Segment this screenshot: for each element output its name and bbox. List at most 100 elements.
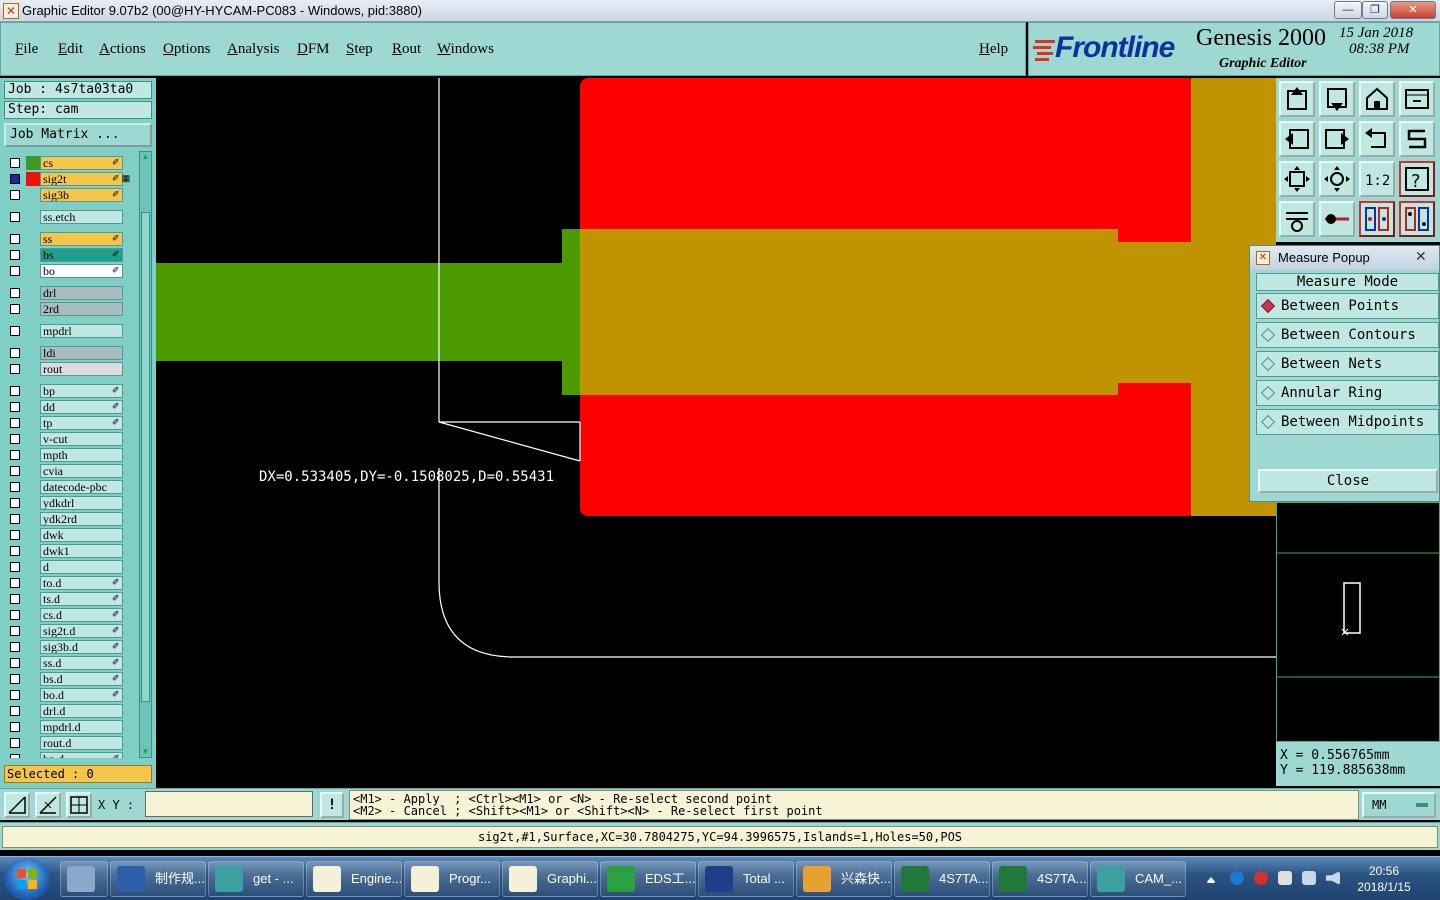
layer-checkbox[interactable] [10,348,20,358]
tray-security-icon[interactable] [1254,871,1268,885]
menu-edit[interactable]: Edit [58,41,83,58]
layer-row[interactable]: ss.d ✐ [6,656,137,670]
maximize-button[interactable]: ❐ [1362,1,1388,19]
pan-down-icon[interactable] [1319,81,1355,117]
layer-checkbox[interactable] [10,450,20,460]
layer-checkbox[interactable] [10,434,20,444]
layer-row[interactable]: sig3b ✐ [6,188,137,202]
layer-row[interactable]: bs ✐ [6,248,137,262]
layer-row[interactable]: v-cut [6,432,137,446]
layer-name[interactable]: cs.d [40,608,123,622]
layer-row[interactable]: d [6,560,137,574]
scroll-down-icon[interactable]: ▼ [140,747,151,757]
taskbar-button[interactable]: 4S7TA... [894,861,990,897]
scroll-up-icon[interactable]: ▲ [140,152,151,162]
units-select[interactable]: MM [1362,792,1436,818]
tray-app-icon[interactable] [1230,871,1244,885]
layer-name[interactable]: datecode-pbc [40,480,123,494]
layer-row[interactable]: ts.d ✐ [6,592,137,606]
layer-name[interactable]: bs.d [40,672,123,686]
layer-checkbox[interactable] [10,190,20,200]
taskbar-button[interactable]: Graphi... [502,861,598,897]
layer-row[interactable]: rout [6,362,137,376]
layer-name[interactable]: d [40,560,123,574]
layer-name[interactable]: bo [40,264,123,278]
layer-row[interactable]: mpth [6,448,137,462]
layer-checkbox[interactable] [10,466,20,476]
job-matrix-button[interactable]: Job Matrix ... [4,123,152,147]
layer-checkbox[interactable] [10,530,20,540]
layer-name[interactable]: dwk [40,528,123,542]
menu-step[interactable]: Step [346,41,373,58]
layer-name[interactable]: ydk2rd [40,512,123,526]
layer-checkbox[interactable] [10,250,20,260]
layer-name[interactable]: mpdrl [40,324,123,338]
layer-name[interactable]: mpdrl.d [40,720,123,734]
layer-row[interactable]: bo.d ✐ [6,688,137,702]
overview-map[interactable] [1276,502,1440,742]
layer-name[interactable]: dd [40,400,123,414]
snap-corner-icon[interactable] [4,792,30,818]
layer-checkbox[interactable] [10,626,20,636]
layer-name[interactable]: sig2t [40,172,123,186]
layer-row[interactable]: bo ✐ [6,264,137,278]
layer-name[interactable]: sig3b [40,188,123,202]
zoom-ratio-icon[interactable]: 1:2 [1359,161,1395,197]
layer-checkbox[interactable] [10,386,20,396]
layer-name[interactable]: bo.d [40,688,123,702]
layer-name[interactable]: mpth [40,448,123,462]
layer-checkbox[interactable] [10,418,20,428]
close-button[interactable]: ✕ [1390,1,1436,19]
layer-checkbox[interactable] [10,594,20,604]
house-icon[interactable] [1359,81,1395,117]
layer-compare-icon[interactable] [1359,201,1395,237]
scroll-thumb[interactable] [141,212,150,702]
layer-row[interactable]: sig3b.d ✐ [6,640,137,654]
layer-checkbox[interactable] [10,304,20,314]
tray-volume-icon[interactable] [1326,871,1340,885]
layer-row[interactable]: 2rd [6,302,137,316]
menu-actions[interactable]: Actions [99,41,146,58]
option-between-midpoints[interactable]: Between Midpoints [1256,409,1439,435]
layer-row[interactable]: cvia [6,464,137,478]
taskbar-button[interactable]: EDS工... [600,861,696,897]
layer-scrollbar[interactable]: ▲ ▼ [139,151,152,758]
layer-checkbox[interactable] [10,174,20,184]
graphic-canvas[interactable] [156,78,1276,786]
taskbar-button[interactable]: get - ... [208,861,304,897]
minimize-button[interactable]: — [1334,1,1362,19]
option-between-nets[interactable]: Between Nets [1256,351,1439,377]
taskbar-clock[interactable]: 20:56 2018/1/15 [1352,863,1416,895]
layer-name[interactable]: tp [40,416,123,430]
layer-row[interactable]: ss ✐ [6,232,137,246]
layer-checkbox[interactable] [10,158,20,168]
layer-name[interactable]: to.d [40,576,123,590]
layer-row[interactable]: bs.d ✐ [6,672,137,686]
layer-checkbox[interactable] [10,610,20,620]
layer-name[interactable]: bp [40,384,123,398]
taskbar-button[interactable]: Progr... [404,861,500,897]
taskbar-button[interactable]: 兴森快... [796,861,892,897]
menu-options[interactable]: Options [163,41,211,58]
taskbar-button[interactable]: CAM_... [1090,861,1186,897]
tray-network-icon[interactable] [1302,871,1316,885]
layer-row[interactable]: rout.d [6,736,137,750]
snap-angle-icon[interactable] [35,792,61,818]
menu-help[interactable]: Help [979,41,1008,58]
layer-checkbox[interactable] [10,706,20,716]
layer-row[interactable]: mpdrl.d [6,720,137,734]
snap-grid-icon[interactable] [66,792,92,818]
layer-name[interactable]: drl.d [40,704,123,718]
layer-row[interactable]: ydkdrl [6,496,137,510]
layer-row[interactable]: ss.etch [6,210,137,224]
layer-row[interactable]: bp ✐ [6,384,137,398]
popup-close-button[interactable]: Close [1258,469,1438,493]
layer-checkbox[interactable] [10,498,20,508]
layer-name[interactable]: cs [40,156,123,170]
taskbar-button[interactable]: Total ... [698,861,794,897]
measure-tool-icon[interactable] [1319,201,1355,237]
layer-name[interactable]: sig2t.d [40,624,123,638]
menu-rout[interactable]: Rout [392,41,421,58]
layer-row[interactable]: datecode-pbc [6,480,137,494]
menu-file[interactable]: File [15,41,38,58]
